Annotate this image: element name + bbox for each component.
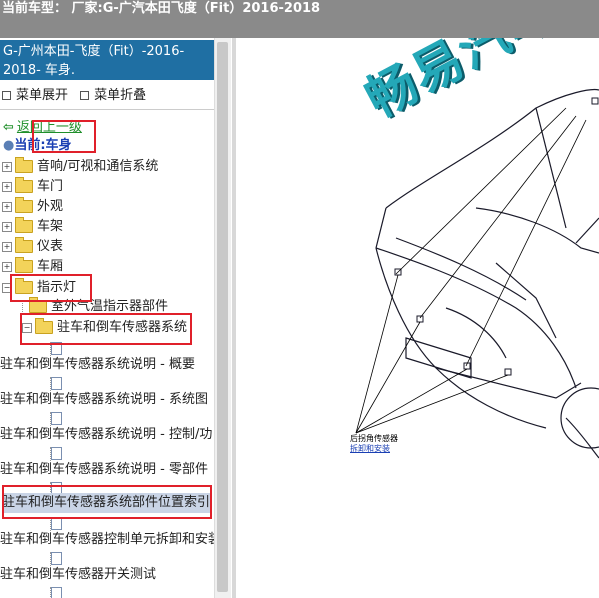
expand-icon — [2, 91, 11, 100]
tree-item-label: 车厢 — [37, 259, 64, 274]
tree-item-exterior[interactable]: + 外观 — [2, 197, 63, 217]
doc-item-label: 驻车和倒车传感器系统说明 - 零部件 — [0, 462, 208, 477]
callout-caption: 后拐角传感器 拆卸和安装 — [350, 434, 398, 454]
doc-item-label: 驻车和倒车传感器控制单元拆卸和安装 — [0, 532, 222, 547]
folder-icon — [15, 237, 33, 253]
menu-controls: 菜单展开 菜单折叠 — [2, 84, 154, 103]
annotation-box — [20, 313, 192, 345]
divider — [0, 109, 214, 110]
document-icon — [51, 377, 62, 390]
annotation-box — [32, 120, 96, 153]
diagram-pane: 畅易汽车维 后拐角传感器 拆卸和安装 — [236, 38, 599, 598]
back-arrow-icon: ⇦ — [3, 120, 14, 135]
document-icon — [51, 587, 62, 598]
tree-item-audio[interactable]: + 音响/可视和通信系统 — [2, 157, 158, 177]
tree-item-label: 音响/可视和通信系统 — [37, 159, 159, 174]
car-rear-diagram — [355, 88, 599, 459]
doc-item-control[interactable]: 驻车和倒车传感器系统说明 - 控制/功 — [0, 425, 212, 445]
doc-item-overview[interactable]: 驻车和倒车传感器系统说明 - 概要 — [0, 355, 195, 375]
doc-item-switch-test[interactable]: 驻车和倒车传感器开关测试 — [0, 565, 156, 585]
scrollbar-thumb[interactable] — [217, 42, 228, 592]
expand-plus-icon: + — [2, 221, 12, 232]
sidebar: G-广州本田-飞度（Fit）-2016-2018- 车身. 菜单展开 菜单折叠 … — [0, 38, 232, 598]
expand-plus-icon: + — [2, 161, 12, 172]
doc-item-system-diagram[interactable]: 驻车和倒车传感器系统说明 - 系统图 — [0, 390, 208, 410]
document-icon — [51, 412, 62, 425]
folder-icon — [15, 257, 33, 273]
sidebar-header-title: G-广州本田-飞度（Fit）-2016-2018- 车身. — [3, 44, 185, 78]
doc-item-label: 驻车和倒车传感器开关测试 — [0, 567, 157, 582]
person-icon: ● — [3, 138, 15, 153]
folder-icon — [15, 177, 33, 193]
doc-item-label: 驻车和倒车传感器系统说明 - 概要 — [0, 357, 195, 372]
callout-link[interactable]: 拆卸和安装 — [350, 444, 398, 454]
document-icon — [51, 447, 62, 460]
doc-item-removal[interactable]: 驻车和倒车传感器控制单元拆卸和安装 — [0, 530, 221, 550]
folder-icon — [15, 157, 33, 173]
callout-title: 后拐角传感器 — [350, 434, 398, 443]
doc-icon-row — [50, 584, 62, 598]
tree-item-label: 外观 — [37, 199, 64, 214]
menu-collapse-button[interactable]: 菜单折叠 — [94, 88, 146, 103]
window-title: 当前车型： 厂家:G-广汽本田飞度（Fit）2016-2018 — [2, 1, 321, 16]
sidebar-tree: G-广州本田-飞度（Fit）-2016-2018- 车身. 菜单展开 菜单折叠 … — [0, 38, 221, 598]
collapse-icon — [80, 91, 90, 100]
tree-item-doors[interactable]: + 车门 — [2, 177, 63, 197]
sidebar-header: G-广州本田-飞度（Fit）-2016-2018- 车身. — [0, 40, 214, 80]
doc-item-components[interactable]: 驻车和倒车传感器系统说明 - 零部件 — [0, 460, 208, 480]
folder-icon — [15, 197, 33, 213]
expand-plus-icon: + — [2, 261, 12, 272]
sidebar-scrollbar[interactable] — [214, 38, 231, 598]
tree-item-label: 车门 — [37, 179, 64, 194]
folder-icon — [15, 217, 33, 233]
expand-plus-icon: + — [2, 241, 12, 252]
doc-item-label: 驻车和倒车传感器系统说明 - 控制/功 — [0, 427, 213, 442]
tree-item-label: 车架 — [37, 219, 64, 234]
tree-item-instruments[interactable]: + 仪表 — [2, 237, 63, 257]
app-title-bar: 当前车型： 厂家:G-广汽本田飞度（Fit）2016-2018 — [0, 0, 599, 38]
tree-item-label: 仪表 — [37, 239, 64, 254]
expand-plus-icon: + — [2, 201, 12, 212]
expand-plus-icon: + — [2, 181, 12, 192]
document-icon — [51, 552, 62, 565]
annotation-box — [2, 485, 212, 519]
menu-expand-button[interactable]: 菜单展开 — [16, 88, 68, 103]
tree-item-frame[interactable]: + 车架 — [2, 217, 63, 237]
doc-item-label: 驻车和倒车传感器系统说明 - 系统图 — [0, 392, 208, 407]
annotation-box — [10, 274, 92, 302]
